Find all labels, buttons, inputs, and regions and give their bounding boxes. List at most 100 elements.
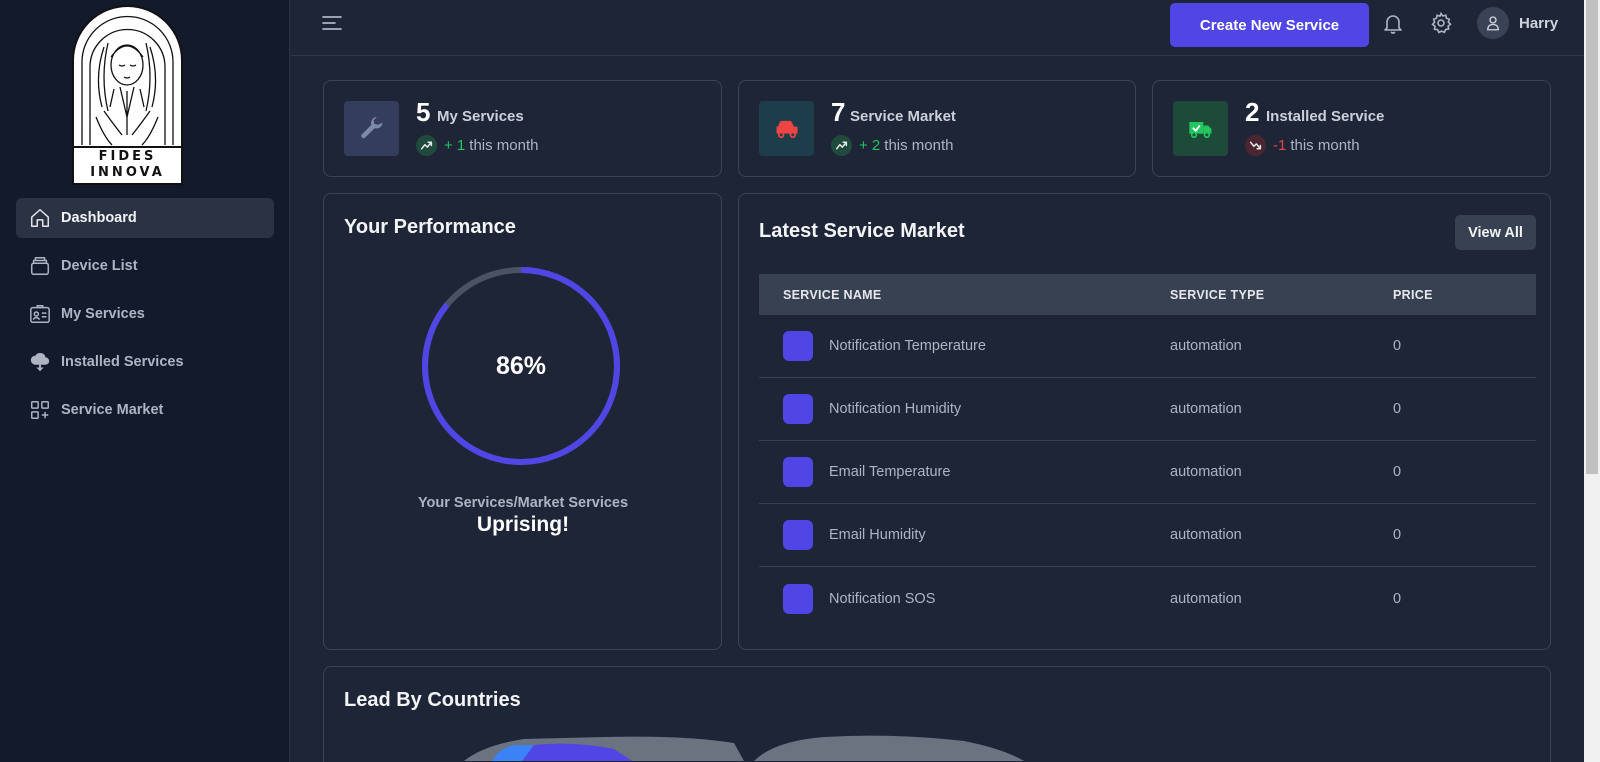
truck-check-icon (1188, 121, 1211, 138)
car-icon (776, 120, 797, 138)
service-market-title: Latest Service Market (759, 220, 965, 242)
stat-trend: + 1 this month (416, 135, 538, 156)
service-type: automation (1170, 338, 1242, 354)
world-map[interactable] (464, 731, 1024, 761)
logo-divider (74, 146, 181, 148)
service-type: automation (1170, 590, 1242, 607)
table-row[interactable]: Email Temperature automation 0 (759, 441, 1536, 504)
sidebar-item-service-market[interactable]: Service Market (16, 390, 274, 430)
sidebar-item-my-services[interactable]: My Services (16, 294, 274, 334)
performance-card: Your Performance 86% Your Services/Marke… (323, 193, 722, 650)
stat-change-suffix: this month (884, 137, 954, 154)
sidebar-item-label: Device List (61, 258, 138, 274)
service-name: Notification SOS (829, 590, 936, 607)
column-header-service-type[interactable]: SERVICE TYPE (1170, 288, 1393, 302)
scrollbar-thumb[interactable] (1586, 0, 1598, 474)
home-icon (31, 209, 49, 227)
avatar (1477, 7, 1509, 39)
service-name: Notification Humidity (829, 401, 962, 417)
performance-subtitle: Your Services/Market Services (417, 495, 629, 511)
table-row[interactable]: Notification Humidity automation 0 (759, 378, 1536, 441)
service-type: automation (1170, 527, 1242, 543)
service-type: automation (1170, 464, 1242, 480)
stat-change-suffix: this month (1290, 137, 1360, 154)
service-price: 0 (1393, 338, 1402, 354)
sidebar-item-device-list[interactable]: Device List (16, 246, 274, 286)
table-header: SERVICE NAME SERVICE TYPE PRICE (759, 274, 1536, 315)
performance-status: Uprising! (476, 513, 570, 536)
stat-card-my-services: 5 My Services + 1 this month (323, 80, 722, 177)
gear-icon[interactable] (1429, 11, 1453, 35)
sidebar-item-label: Dashboard (61, 210, 137, 226)
stat-icon-box (1173, 101, 1228, 156)
view-all-button[interactable]: View All (1455, 215, 1536, 250)
column-header-price[interactable]: PRICE (1393, 288, 1536, 302)
stat-icon-box (759, 101, 814, 156)
bell-icon[interactable] (1381, 11, 1405, 35)
service-price: 0 (1393, 527, 1402, 543)
service-name-cell: Notification Humidity (759, 394, 1170, 424)
sidebar-item-label: Installed Services (61, 354, 184, 370)
stat-trend: -1 this month (1245, 135, 1360, 156)
cloud-download-icon (30, 352, 50, 372)
service-name-cell: Email Temperature (759, 457, 1170, 487)
countries-card: Lead By Countries (323, 666, 1551, 762)
stat-change: -1 (1273, 137, 1287, 154)
service-thumbnail (783, 583, 813, 614)
performance-percent: 86% (495, 351, 547, 380)
menu-icon[interactable] (321, 13, 343, 33)
sidebar: FIDES INNOVA Dashboard Device List My Se… (0, 0, 290, 762)
trend-down-icon (1245, 135, 1266, 156)
stat-value: 2 (1245, 97, 1260, 127)
stat-card-installed-service: 2 Installed Service -1 this month (1152, 80, 1551, 177)
user-menu[interactable]: Harry (1477, 7, 1558, 39)
service-thumbnail (783, 394, 813, 424)
stat-change: + 1 (444, 137, 466, 154)
service-thumbnail (783, 457, 813, 487)
service-type: automation (1170, 401, 1242, 417)
service-name-cell: Notification Temperature (759, 331, 1170, 361)
service-name: Email Temperature (829, 464, 951, 480)
brand-name-line2: INNOVA (90, 165, 165, 180)
brand-name-line1: FIDES (98, 149, 157, 164)
brand-logo[interactable]: FIDES INNOVA (72, 5, 183, 185)
stat-card-service-market: 7 Service Market + 2 this month (738, 80, 1136, 177)
stat-change-suffix: this month (469, 137, 539, 154)
create-new-service-button[interactable]: Create New Service (1170, 3, 1369, 47)
stat-value: 7 (831, 97, 846, 127)
grid-plus-icon (31, 401, 49, 419)
user-icon (1487, 16, 1499, 31)
service-name: Notification Temperature (829, 338, 986, 354)
page-scrollbar[interactable] (1584, 0, 1600, 762)
stat-label: Service Market (850, 108, 956, 125)
table-row[interactable]: Notification Temperature automation 0 (759, 315, 1536, 378)
sidebar-nav: Dashboard Device List My Services Instal… (16, 198, 274, 438)
stat-label: Installed Service (1266, 108, 1385, 125)
sidebar-item-dashboard[interactable]: Dashboard (16, 198, 274, 238)
stat-trend: + 2 this month (831, 135, 953, 156)
service-name-cell: Notification SOS (759, 583, 1170, 614)
service-market-card: Latest Service Market View All SERVICE N… (738, 193, 1551, 650)
stat-value: 5 (416, 97, 431, 127)
service-thumbnail (783, 331, 813, 361)
performance-title: Your Performance (344, 216, 516, 238)
column-header-service-name[interactable]: SERVICE NAME (759, 288, 1170, 302)
service-market-table: SERVICE NAME SERVICE TYPE PRICE Notifica… (759, 274, 1536, 630)
sidebar-item-installed-services[interactable]: Installed Services (16, 342, 274, 382)
trend-up-icon (416, 135, 437, 156)
service-name: Email Humidity (829, 527, 926, 543)
service-thumbnail (783, 520, 813, 550)
top-bar: Create New Service Harry (291, 0, 1584, 56)
service-price: 0 (1393, 464, 1402, 480)
service-name-cell: Email Humidity (759, 520, 1170, 550)
layers-icon (31, 257, 49, 275)
trend-up-icon (831, 135, 852, 156)
sidebar-item-label: My Services (61, 306, 145, 322)
countries-title: Lead By Countries (344, 689, 521, 711)
stat-icon-box (344, 101, 399, 156)
stat-label: My Services (437, 108, 524, 125)
service-price: 0 (1393, 401, 1402, 417)
id-card-icon (30, 305, 50, 323)
table-row[interactable]: Email Humidity automation 0 (759, 504, 1536, 567)
table-row[interactable]: Notification SOS automation 0 (759, 567, 1536, 630)
